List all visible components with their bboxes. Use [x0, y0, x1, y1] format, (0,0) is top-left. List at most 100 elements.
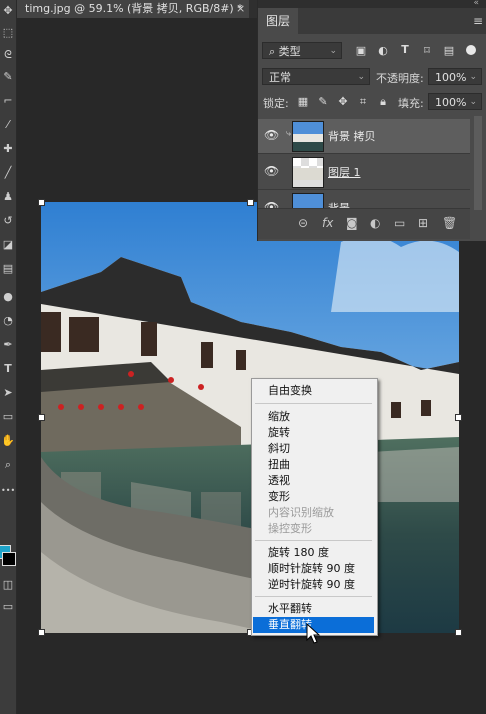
link-icon[interactable]: ⊝	[298, 216, 308, 230]
quick-mask-icon[interactable]: ◫	[1, 578, 15, 592]
mouse-cursor-icon	[306, 623, 321, 644]
visibility-eye-icon[interactable]: 👁︎	[264, 164, 279, 178]
blend-mode-label: 正常	[269, 71, 291, 84]
link-icon: ⤷	[286, 129, 292, 139]
chevron-down-icon: ⌄	[469, 72, 477, 82]
history-brush-icon[interactable]: ↺	[1, 214, 15, 228]
fill-label: 填充:	[398, 97, 424, 110]
transform-context-menu: 自由变换 缩放 旋转 斜切 扭曲 透视 变形 内容识别缩放 操控变形 旋转 18…	[251, 378, 378, 636]
healing-brush-icon[interactable]: ✚	[1, 142, 15, 156]
shape-icon[interactable]: ▭	[1, 410, 15, 424]
menu-item-rotate[interactable]: 旋转	[253, 425, 374, 441]
menu-item-perspective[interactable]: 透视	[253, 473, 374, 489]
filter-toggle-icon[interactable]	[466, 45, 476, 55]
filter-smart-object-icon[interactable]: ▤	[442, 44, 456, 57]
adjustment-icon[interactable]: ◐	[370, 216, 380, 230]
filter-pixel-icon[interactable]: ▣	[354, 44, 368, 57]
lock-pixels-icon[interactable]: ✎	[316, 95, 330, 108]
opacity-value: 100%	[435, 71, 467, 84]
hand-icon[interactable]: ✋	[1, 434, 15, 448]
background-color-swatch[interactable]	[2, 552, 16, 566]
menu-item-skew[interactable]: 斜切	[253, 441, 374, 457]
layer-thumbnail	[292, 157, 324, 188]
lock-artboard-icon[interactable]: ⌗	[356, 95, 370, 109]
transform-handle[interactable]	[38, 199, 45, 206]
menu-item-rotate-180[interactable]: 旋转 180 度	[253, 545, 374, 561]
move-icon[interactable]: ✥	[1, 4, 15, 18]
clone-stamp-icon[interactable]: ♟	[1, 190, 15, 204]
panel-dock-strip: «	[258, 0, 486, 8]
more-tools-icon[interactable]: •••	[1, 484, 15, 498]
layer-row[interactable]: 👁︎ 图层 1	[258, 155, 470, 190]
close-tab-icon[interactable]: ×	[236, 0, 250, 18]
transform-handle[interactable]	[38, 629, 45, 636]
gradient-icon[interactable]: ▤	[1, 262, 15, 276]
layer-thumbnail	[292, 121, 324, 152]
opacity-input[interactable]: 100% ⌄	[428, 68, 482, 85]
transform-handle[interactable]	[247, 199, 254, 206]
path-select-icon[interactable]: ➤	[1, 386, 15, 400]
quick-select-icon[interactable]: ✎	[1, 70, 15, 84]
layer-row[interactable]: 👁︎ 背景	[258, 191, 470, 209]
menu-item-scale[interactable]: 缩放	[253, 409, 374, 425]
filter-adjustment-icon[interactable]: ◐	[376, 44, 390, 57]
visibility-eye-icon[interactable]: 👁︎	[264, 128, 279, 142]
layers-bottom-bar: ⊝ fx ◙ ◐ ▭ ⊞ 🗑︎	[258, 208, 470, 239]
filter-type-icon[interactable]: T	[398, 43, 412, 56]
chevron-down-icon: ⌄	[357, 72, 365, 82]
blur-icon[interactable]: ●	[1, 290, 15, 304]
lock-label: 锁定:	[263, 97, 289, 110]
menu-separator	[255, 403, 372, 404]
menu-item-content-aware-scale: 内容识别缩放	[268, 506, 334, 519]
transform-handle[interactable]	[455, 414, 462, 421]
screen-mode-icon[interactable]: ▭	[1, 600, 15, 614]
transform-handle[interactable]	[455, 629, 462, 636]
layers-panel: « 图层 ≡ ⌕ 类型 ⌄ ▣ ◐ T ⌑ ▤ 正常 ⌄ 不透明度: 100% …	[257, 0, 486, 241]
lock-transparent-icon[interactable]: ▦	[296, 95, 310, 108]
tools-panel: ✥ ⬚ ᘓ ✎ ⌐ ⁄ ✚ ╱ ♟ ↺ ◪ ▤ ● ◔ ✒ T ➤ ▭ ✋ ⌕ …	[0, 0, 17, 714]
lock-all-icon[interactable]: 🔒︎	[376, 95, 390, 109]
panel-menu-icon[interactable]: ≡	[473, 14, 483, 28]
filter-kind-label: 类型	[278, 45, 301, 58]
eyedropper-icon[interactable]: ⁄	[1, 118, 15, 132]
marquee-icon[interactable]: ⬚	[1, 26, 15, 40]
layer-row[interactable]: 👁︎ ⤷ 背景 拷贝	[258, 119, 470, 154]
blend-mode-select[interactable]: 正常 ⌄	[262, 68, 370, 85]
type-icon[interactable]: T	[1, 362, 15, 376]
layer-name: 背景 拷贝	[328, 130, 376, 143]
fill-input[interactable]: 100% ⌄	[428, 93, 482, 110]
fill-value: 100%	[435, 96, 467, 109]
filter-kind-select[interactable]: ⌕ 类型 ⌄	[262, 42, 342, 59]
mask-icon[interactable]: ◙	[346, 216, 358, 230]
menu-item-distort[interactable]: 扭曲	[253, 457, 374, 473]
blend-row: 正常 ⌄ 不透明度: 100% ⌄	[258, 68, 486, 88]
layer-thumbnail	[292, 193, 324, 208]
fx-icon[interactable]: fx	[322, 216, 333, 230]
filter-shape-icon[interactable]: ⌑	[420, 44, 434, 57]
menu-item-rotate-90-cw[interactable]: 顺时针旋转 90 度	[253, 561, 374, 577]
lasso-icon[interactable]: ᘓ	[1, 48, 15, 62]
dodge-icon[interactable]: ◔	[1, 314, 15, 328]
group-icon[interactable]: ▭	[394, 216, 405, 230]
new-layer-icon[interactable]: ⊞	[418, 216, 428, 230]
transform-handle[interactable]	[38, 414, 45, 421]
document-tab[interactable]: timg.jpg @ 59.1% (背景 拷贝, RGB/8#) *	[17, 0, 249, 18]
layers-panel-header: 图层 ≡	[258, 8, 486, 34]
menu-item-rotate-90-ccw[interactable]: 逆时针旋转 90 度	[253, 577, 374, 593]
lock-position-icon[interactable]: ✥	[336, 95, 350, 108]
pen-icon[interactable]: ✒	[1, 338, 15, 352]
menu-item-warp[interactable]: 变形	[253, 489, 374, 505]
zoom-icon[interactable]: ⌕	[1, 458, 15, 472]
crop-icon[interactable]: ⌐	[1, 94, 15, 108]
trash-icon[interactable]: 🗑︎	[442, 216, 457, 230]
canvas-image[interactable]	[41, 202, 459, 633]
menu-item-free-transform[interactable]: 自由变换	[253, 383, 374, 399]
layers-scrollbar[interactable]	[474, 116, 482, 210]
tab-layers[interactable]: 图层	[258, 8, 298, 34]
chevron-down-icon: ⌄	[329, 46, 337, 56]
collapse-panels-icon[interactable]: «	[473, 0, 479, 8]
brush-icon[interactable]: ╱	[1, 166, 15, 180]
menu-item-flip-horizontal[interactable]: 水平翻转	[253, 601, 374, 617]
eraser-icon[interactable]: ◪	[1, 238, 15, 252]
layer-filter-row: ⌕ 类型 ⌄ ▣ ◐ T ⌑ ▤	[258, 42, 486, 62]
